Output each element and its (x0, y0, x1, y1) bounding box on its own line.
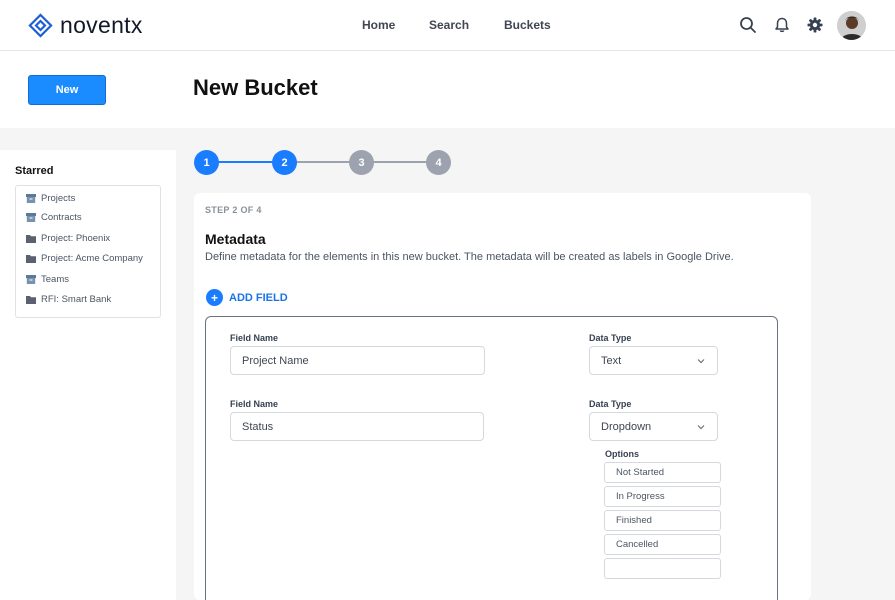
starred-item-project-acme[interactable]: Project: Acme Company (26, 253, 143, 264)
nav-home[interactable]: Home (362, 18, 395, 32)
nav-search[interactable]: Search (429, 18, 469, 32)
nav-buckets[interactable]: Buckets (504, 18, 551, 32)
option-input-empty[interactable] (604, 558, 721, 579)
archive-icon (26, 275, 36, 284)
step-1[interactable]: 1 (194, 150, 219, 175)
starred-item-label: Project: Acme Company (41, 253, 143, 264)
archive-icon (26, 213, 36, 222)
option-input[interactable]: In Progress (604, 486, 721, 507)
starred-item-project-phoenix[interactable]: Project: Phoenix (26, 233, 110, 244)
step-2[interactable]: 2 (272, 150, 297, 175)
folder-icon (26, 235, 36, 243)
search-icon[interactable] (739, 16, 757, 34)
gear-icon[interactable] (806, 16, 824, 34)
data-type-select[interactable]: Dropdown (589, 412, 718, 441)
starred-item-projects[interactable]: Projects (26, 193, 75, 204)
section-title: Metadata (205, 231, 266, 247)
field-name-input[interactable]: Status (230, 412, 484, 441)
step-3[interactable]: 3 (349, 150, 374, 175)
plus-icon: + (206, 289, 223, 306)
starred-item-label: Contracts (41, 212, 82, 223)
archive-icon (26, 194, 36, 203)
field-name-label: Field Name (230, 399, 279, 409)
add-field-button[interactable]: + ADD FIELD (206, 289, 288, 306)
folder-icon (26, 296, 36, 304)
logo-icon (28, 13, 53, 38)
page-header (0, 51, 895, 128)
starred-item-rfi-smart-bank[interactable]: RFI: Smart Bank (26, 294, 111, 305)
chevron-down-icon (697, 425, 705, 430)
option-input[interactable]: Finished (604, 510, 721, 531)
starred-list: Projects Contracts Project: Phoenix Proj… (15, 185, 161, 318)
starred-item-label: Projects (41, 193, 76, 204)
data-type-value: Dropdown (601, 420, 652, 433)
step-4[interactable]: 4 (426, 150, 451, 175)
new-button[interactable]: New (28, 75, 106, 105)
step-label: STEP 2 OF 4 (205, 205, 262, 215)
add-field-label: ADD FIELD (229, 291, 288, 304)
logo-text: noventx (60, 12, 143, 38)
data-type-select[interactable]: Text (589, 346, 718, 375)
stepper-connector-1 (218, 161, 273, 163)
option-input[interactable]: Cancelled (604, 534, 721, 555)
data-type-label: Data Type (589, 399, 632, 409)
field-name-label: Field Name (230, 333, 279, 343)
folder-icon (26, 255, 36, 263)
starred-title: Starred (15, 165, 54, 177)
starred-item-label: Teams (41, 274, 69, 285)
avatar[interactable] (837, 11, 866, 40)
bell-icon[interactable] (773, 16, 791, 34)
option-input[interactable]: Not Started (604, 462, 721, 483)
page-title: New Bucket (193, 75, 318, 100)
stepper-connector-3 (373, 161, 428, 163)
field-name-input[interactable]: Project Name (230, 346, 485, 375)
starred-item-label: Project: Phoenix (41, 233, 111, 244)
options-label: Options (605, 449, 639, 459)
chevron-down-icon (697, 359, 705, 364)
stepper-connector-2 (296, 161, 351, 163)
starred-item-teams[interactable]: Teams (26, 274, 69, 285)
data-type-label: Data Type (589, 333, 632, 343)
starred-item-label: RFI: Smart Bank (41, 294, 112, 305)
avatar-image (837, 11, 866, 40)
data-type-value: Text (601, 354, 622, 367)
top-bar: noventx Home Search Buckets (0, 0, 895, 51)
starred-item-contracts[interactable]: Contracts (26, 212, 82, 223)
section-description: Define metadata for the elements in this… (205, 251, 734, 263)
logo[interactable]: noventx (28, 12, 143, 39)
